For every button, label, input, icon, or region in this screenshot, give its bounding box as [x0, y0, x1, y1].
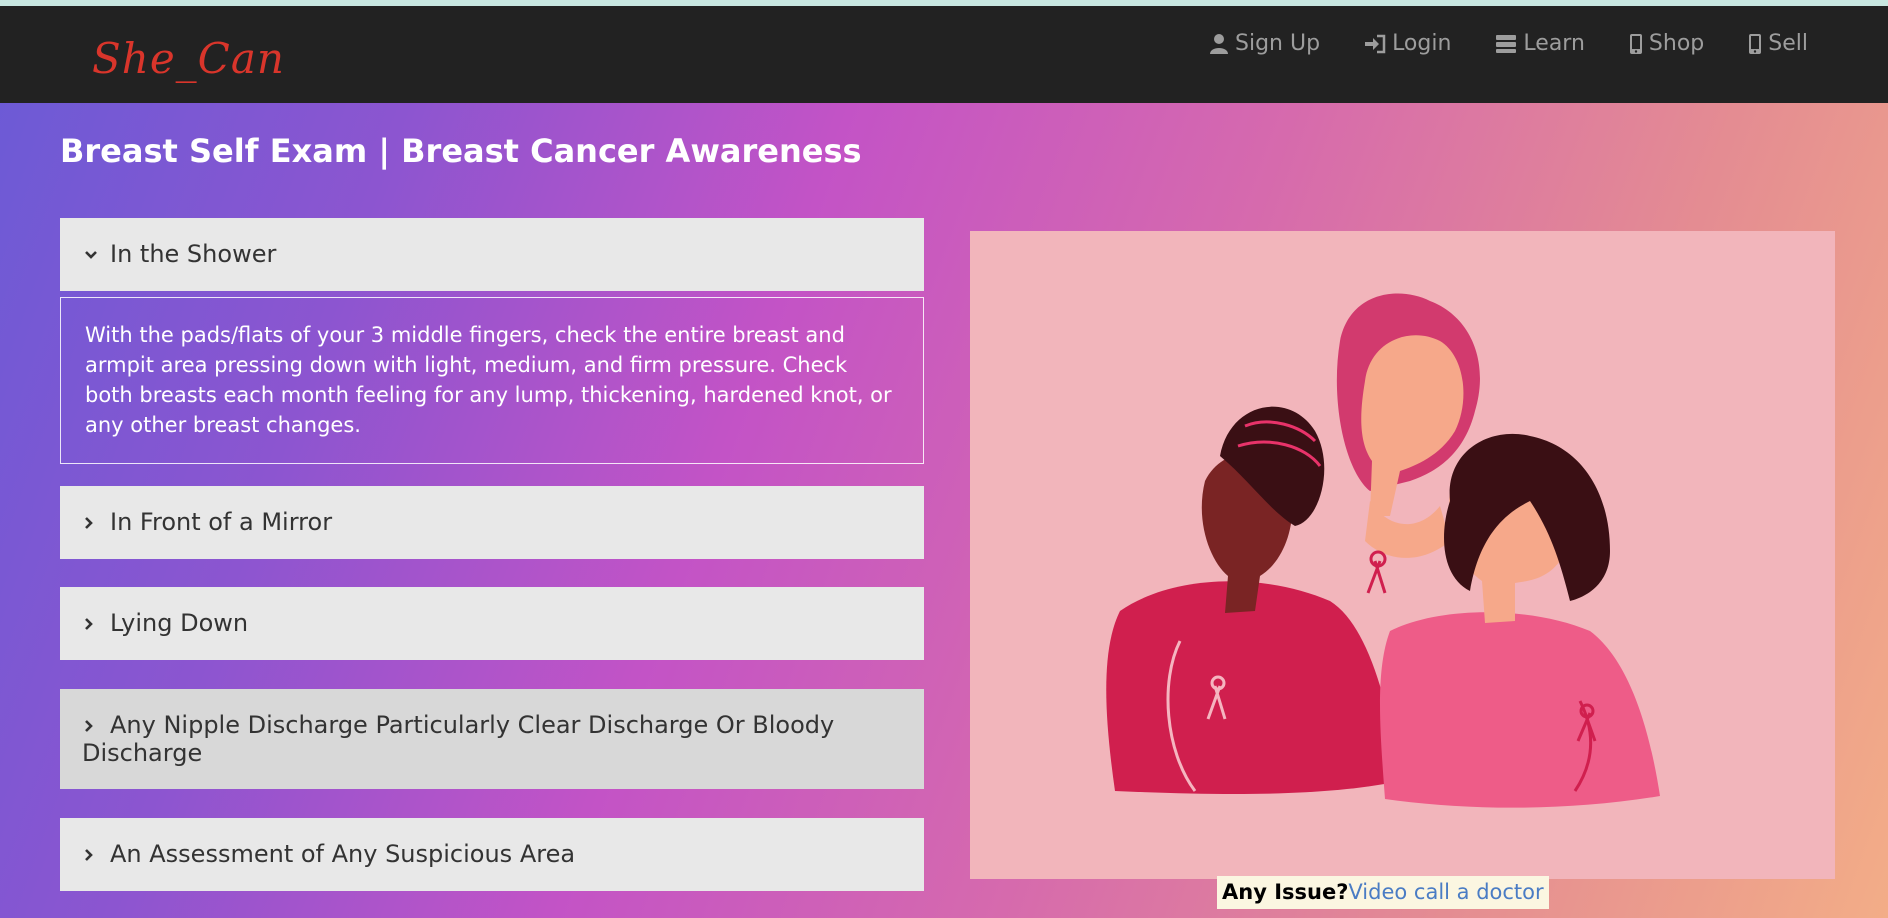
- nav-shop-label: Shop: [1648, 31, 1705, 56]
- accordion-label: In Front of a Mirror: [110, 508, 333, 536]
- chevron-right-icon: [84, 587, 102, 660]
- nav-login-label: Login: [1392, 31, 1452, 56]
- chevron-right-icon: [84, 711, 102, 739]
- brand-logo[interactable]: She_Can: [92, 34, 285, 83]
- nav-sign-up-label: Sign Up: [1235, 31, 1321, 56]
- nav-links: Sign Up Login Learn Shop Sell: [1165, 31, 1808, 56]
- server-icon: [1495, 34, 1517, 54]
- accordion-label: Any Nipple Discharge Particularly Clear …: [82, 711, 835, 767]
- phone-icon: [1748, 33, 1762, 55]
- accordion-item-nipple-discharge[interactable]: Any Nipple Discharge Particularly Clear …: [60, 689, 924, 789]
- accordion-label: An Assessment of Any Suspicious Area: [110, 840, 576, 868]
- nav-learn[interactable]: Learn: [1495, 31, 1585, 56]
- user-icon: [1209, 33, 1229, 55]
- accordion-label: In the Shower: [110, 240, 277, 268]
- nav-login[interactable]: Login: [1364, 31, 1451, 56]
- nav-learn-label: Learn: [1523, 31, 1585, 56]
- phone-icon: [1629, 33, 1643, 55]
- any-issue-label: Any Issue?: [1222, 880, 1349, 904]
- nav-shop[interactable]: Shop: [1629, 31, 1704, 56]
- navbar: She_Can Sign Up Login Learn Shop Sell: [0, 6, 1888, 103]
- nav-sell-label: Sell: [1768, 31, 1808, 56]
- video-call-doctor-link[interactable]: Video call a doctor: [1348, 880, 1543, 904]
- nav-sign-up[interactable]: Sign Up: [1209, 31, 1320, 56]
- accordion-item-suspicious-area[interactable]: An Assessment of Any Suspicious Area: [60, 818, 924, 891]
- nav-sell[interactable]: Sell: [1748, 31, 1808, 56]
- chevron-right-icon: [84, 818, 102, 891]
- page-title: Breast Self Exam | Breast Cancer Awarene…: [60, 132, 862, 170]
- chevron-down-icon: [84, 218, 102, 291]
- accordion-item-lying-down[interactable]: Lying Down: [60, 587, 924, 660]
- video-call-cta: Any Issue?Video call a doctor: [1217, 876, 1549, 909]
- accordion-panel-in-the-shower: With the pads/flats of your 3 middle fin…: [60, 297, 924, 464]
- accordion-item-in-the-shower[interactable]: In the Shower: [60, 218, 924, 291]
- awareness-illustration: [970, 231, 1835, 879]
- login-icon: [1364, 34, 1386, 54]
- chevron-right-icon: [84, 486, 102, 559]
- accordion-item-in-front-of-a-mirror[interactable]: In Front of a Mirror: [60, 486, 924, 559]
- accordion-label: Lying Down: [110, 609, 249, 637]
